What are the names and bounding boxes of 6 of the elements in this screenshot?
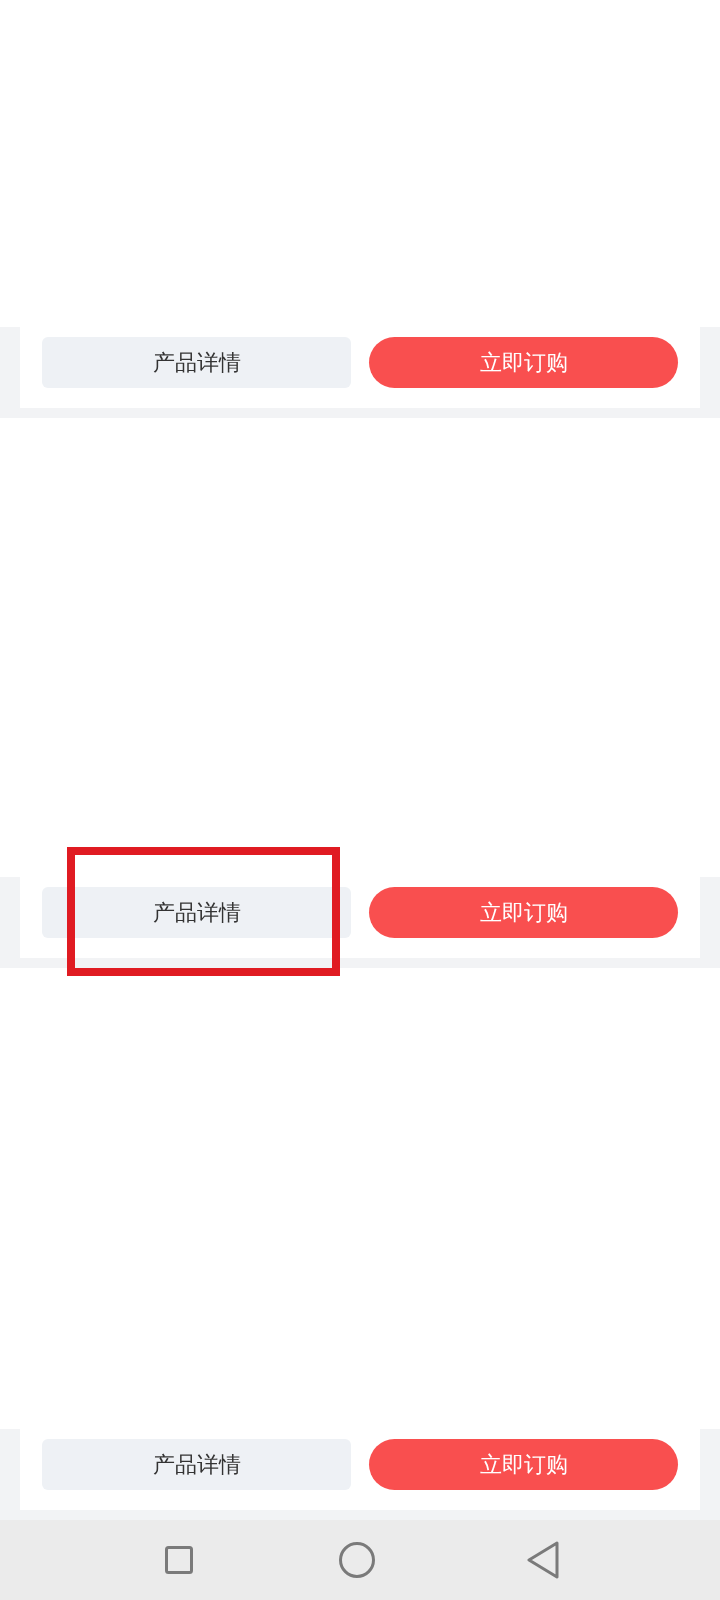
product-details-button[interactable]: 产品详情: [42, 337, 351, 388]
product-details-button[interactable]: 产品详情: [42, 887, 351, 938]
circle-icon[interactable]: [339, 1542, 375, 1578]
back-icon[interactable]: [527, 1541, 559, 1579]
square-icon[interactable]: [165, 1546, 193, 1574]
product-details-button[interactable]: 产品详情: [42, 1439, 351, 1490]
